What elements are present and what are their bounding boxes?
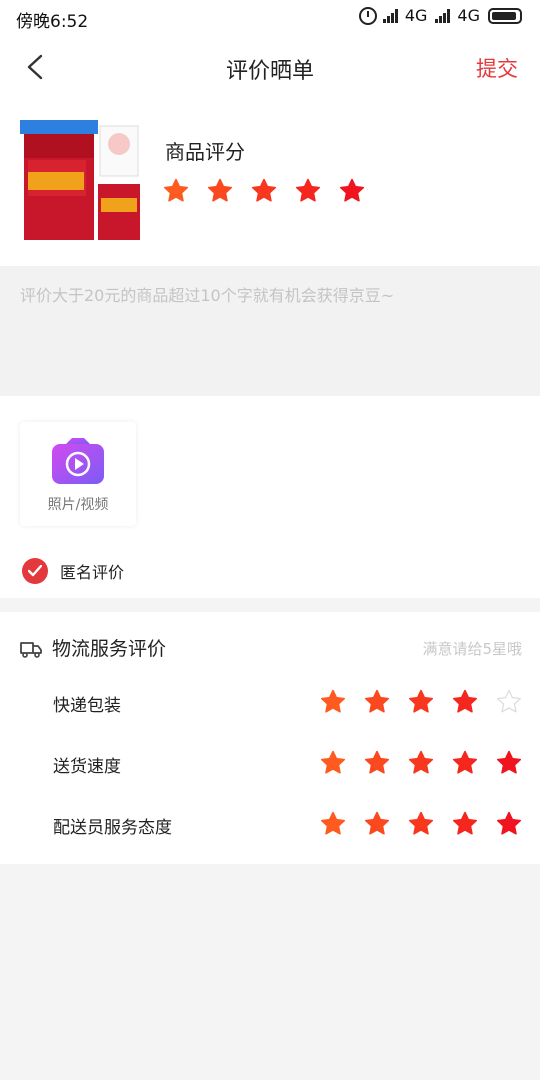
logistics-rating-section: 物流服务评价 满意请给5星哦 快递包装 送货速度 配送员服务态度 [0, 612, 540, 864]
anonymous-toggle[interactable]: 匿名评价 [22, 558, 124, 584]
alarm-icon [358, 6, 377, 25]
star-icon[interactable] [364, 811, 390, 837]
signal-icon [382, 8, 399, 23]
packaging-stars[interactable] [320, 689, 522, 715]
upload-media-button[interactable]: 照片/视频 [20, 422, 136, 526]
row-label: 配送员服务态度 [53, 818, 172, 838]
product-image[interactable] [20, 120, 142, 244]
truck-icon [20, 642, 42, 658]
checkmark-icon[interactable] [22, 558, 48, 584]
navigation-bar: 评价晒单 提交 [0, 34, 540, 100]
star-icon[interactable] [408, 811, 434, 837]
star-icon[interactable] [320, 689, 346, 715]
page-title: 评价晒单 [225, 59, 314, 84]
camera-video-icon [52, 438, 104, 484]
product-rating-title: 商品评分 [165, 140, 245, 164]
row-label: 送货速度 [53, 757, 121, 777]
logistics-title: 物流服务评价 [52, 638, 167, 660]
logistics-hint: 满意请给5星哦 [422, 640, 522, 658]
logistics-row-courier-service: 配送员服务态度 [0, 805, 540, 845]
row-label: 快递包装 [53, 696, 121, 716]
status-time: 傍晚6:52 [16, 12, 89, 32]
star-icon[interactable] [408, 750, 434, 776]
star-icon[interactable] [320, 750, 346, 776]
anonymous-label: 匿名评价 [60, 563, 125, 582]
star-icon[interactable] [496, 811, 522, 837]
logistics-row-packaging: 快递包装 [0, 683, 540, 723]
star-icon[interactable] [496, 750, 522, 776]
star-icon[interactable] [452, 750, 478, 776]
product-rating-section: 商品评分 [0, 100, 540, 266]
status-icons: 4G 4G [358, 6, 522, 25]
review-placeholder: 评价大于20元的商品超过10个字就有机会获得京豆~ [20, 286, 395, 305]
network-type-1: 4G [404, 6, 428, 25]
media-section: 照片/视频 匿名评价 [0, 396, 540, 598]
product-stars[interactable] [163, 178, 365, 204]
upload-media-label: 照片/视频 [47, 497, 109, 513]
star-icon[interactable] [496, 689, 522, 715]
star-icon[interactable] [339, 178, 365, 204]
star-icon[interactable] [320, 811, 346, 837]
review-textarea[interactable]: 评价大于20元的商品超过10个字就有机会获得京豆~ [0, 266, 540, 396]
star-icon[interactable] [452, 811, 478, 837]
network-type-2: 4G [457, 6, 480, 25]
star-icon[interactable] [295, 178, 321, 204]
battery-icon [488, 7, 522, 24]
star-icon[interactable] [364, 750, 390, 776]
star-icon[interactable] [452, 689, 478, 715]
star-icon[interactable] [408, 689, 434, 715]
star-icon[interactable] [163, 178, 189, 204]
star-icon[interactable] [364, 689, 390, 715]
star-icon[interactable] [207, 178, 233, 204]
submit-button[interactable]: 提交 [476, 53, 518, 83]
logistics-row-delivery-speed: 送货速度 [0, 744, 540, 784]
courier-service-stars[interactable] [320, 811, 522, 837]
star-icon[interactable] [251, 178, 277, 204]
delivery-speed-stars[interactable] [320, 750, 522, 776]
signal-icon [435, 8, 451, 23]
status-bar: 傍晚6:52 4G 4G [0, 0, 540, 34]
